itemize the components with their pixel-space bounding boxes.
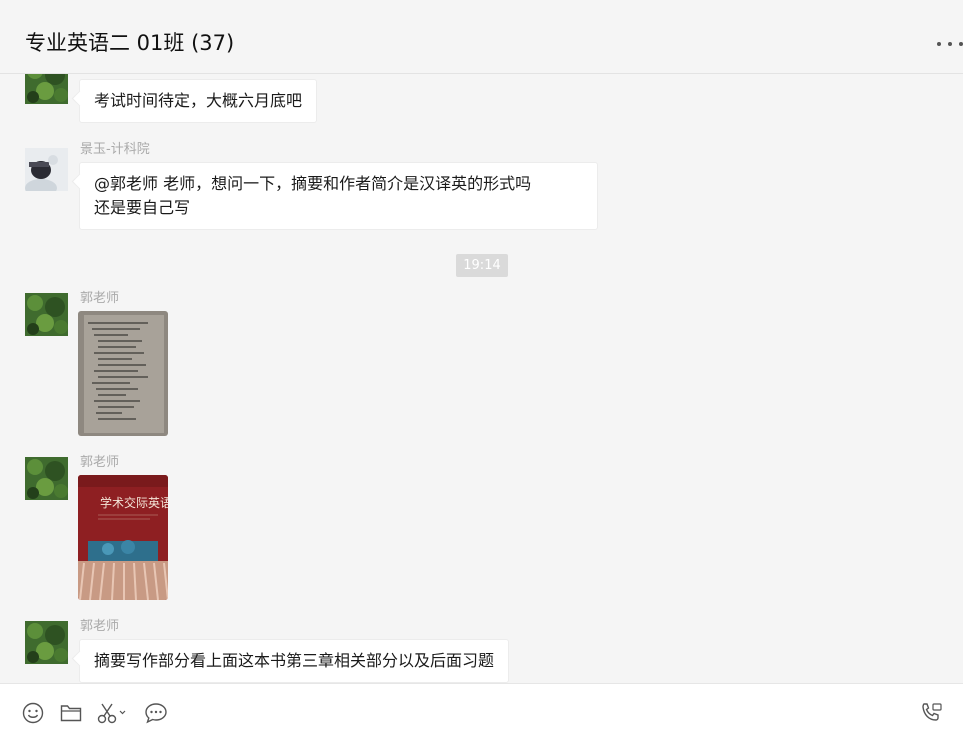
message-bubble[interactable]: 摘要写作部分看上面这本书第三章相关部分以及后面习题	[79, 639, 510, 683]
book-title-text: 学术交际英语	[100, 495, 168, 510]
avatar[interactable]	[25, 74, 68, 104]
sender-name: 景玉-计科院	[80, 142, 150, 157]
avatar[interactable]	[25, 457, 68, 500]
scissors-icon[interactable]	[97, 701, 127, 725]
voice-call-icon[interactable]	[919, 701, 943, 725]
chat-history-icon[interactable]	[144, 701, 168, 725]
message-text: 考试时间待定，大概六月底吧	[94, 91, 303, 110]
more-options-icon[interactable]	[937, 42, 963, 46]
avatar[interactable]	[25, 621, 68, 664]
folder-icon[interactable]	[60, 701, 82, 725]
message-text-line: 还是要自己写	[94, 198, 191, 217]
message-bubble[interactable]: @郭老师 老师，想问一下，摘要和作者简介是汉译英的形式吗 还是要自己写	[79, 162, 598, 230]
sender-name: 郭老师	[80, 455, 120, 470]
avatar[interactable]	[25, 293, 68, 336]
message-text: 摘要写作部分看上面这本书第三章相关部分以及后面习题	[94, 651, 495, 670]
chat-header: 专业英语二 01班 (37)	[0, 0, 963, 74]
sender-name: 郭老师	[80, 619, 120, 634]
book-cover-photo[interactable]: 学术交际英语	[78, 475, 168, 600]
message-text-line: @郭老师 老师，想问一下，摘要和作者简介是汉译英的形式吗	[94, 174, 532, 193]
chat-title: 专业英语二 01班 (37)	[25, 31, 235, 55]
message-bubble[interactable]: 考试时间待定，大概六月底吧	[79, 79, 318, 123]
emoji-icon[interactable]	[22, 701, 44, 725]
sender-name: 郭老师	[80, 291, 120, 306]
avatar[interactable]	[25, 148, 68, 191]
document-photo[interactable]	[78, 311, 168, 436]
timestamp: 19:14	[456, 254, 508, 277]
input-area[interactable]	[0, 683, 963, 756]
message-list[interactable]: 考试时间待定，大概六月底吧 景玉-计科院 @郭老师 老师，想问一下，摘要和作者简…	[0, 74, 963, 683]
